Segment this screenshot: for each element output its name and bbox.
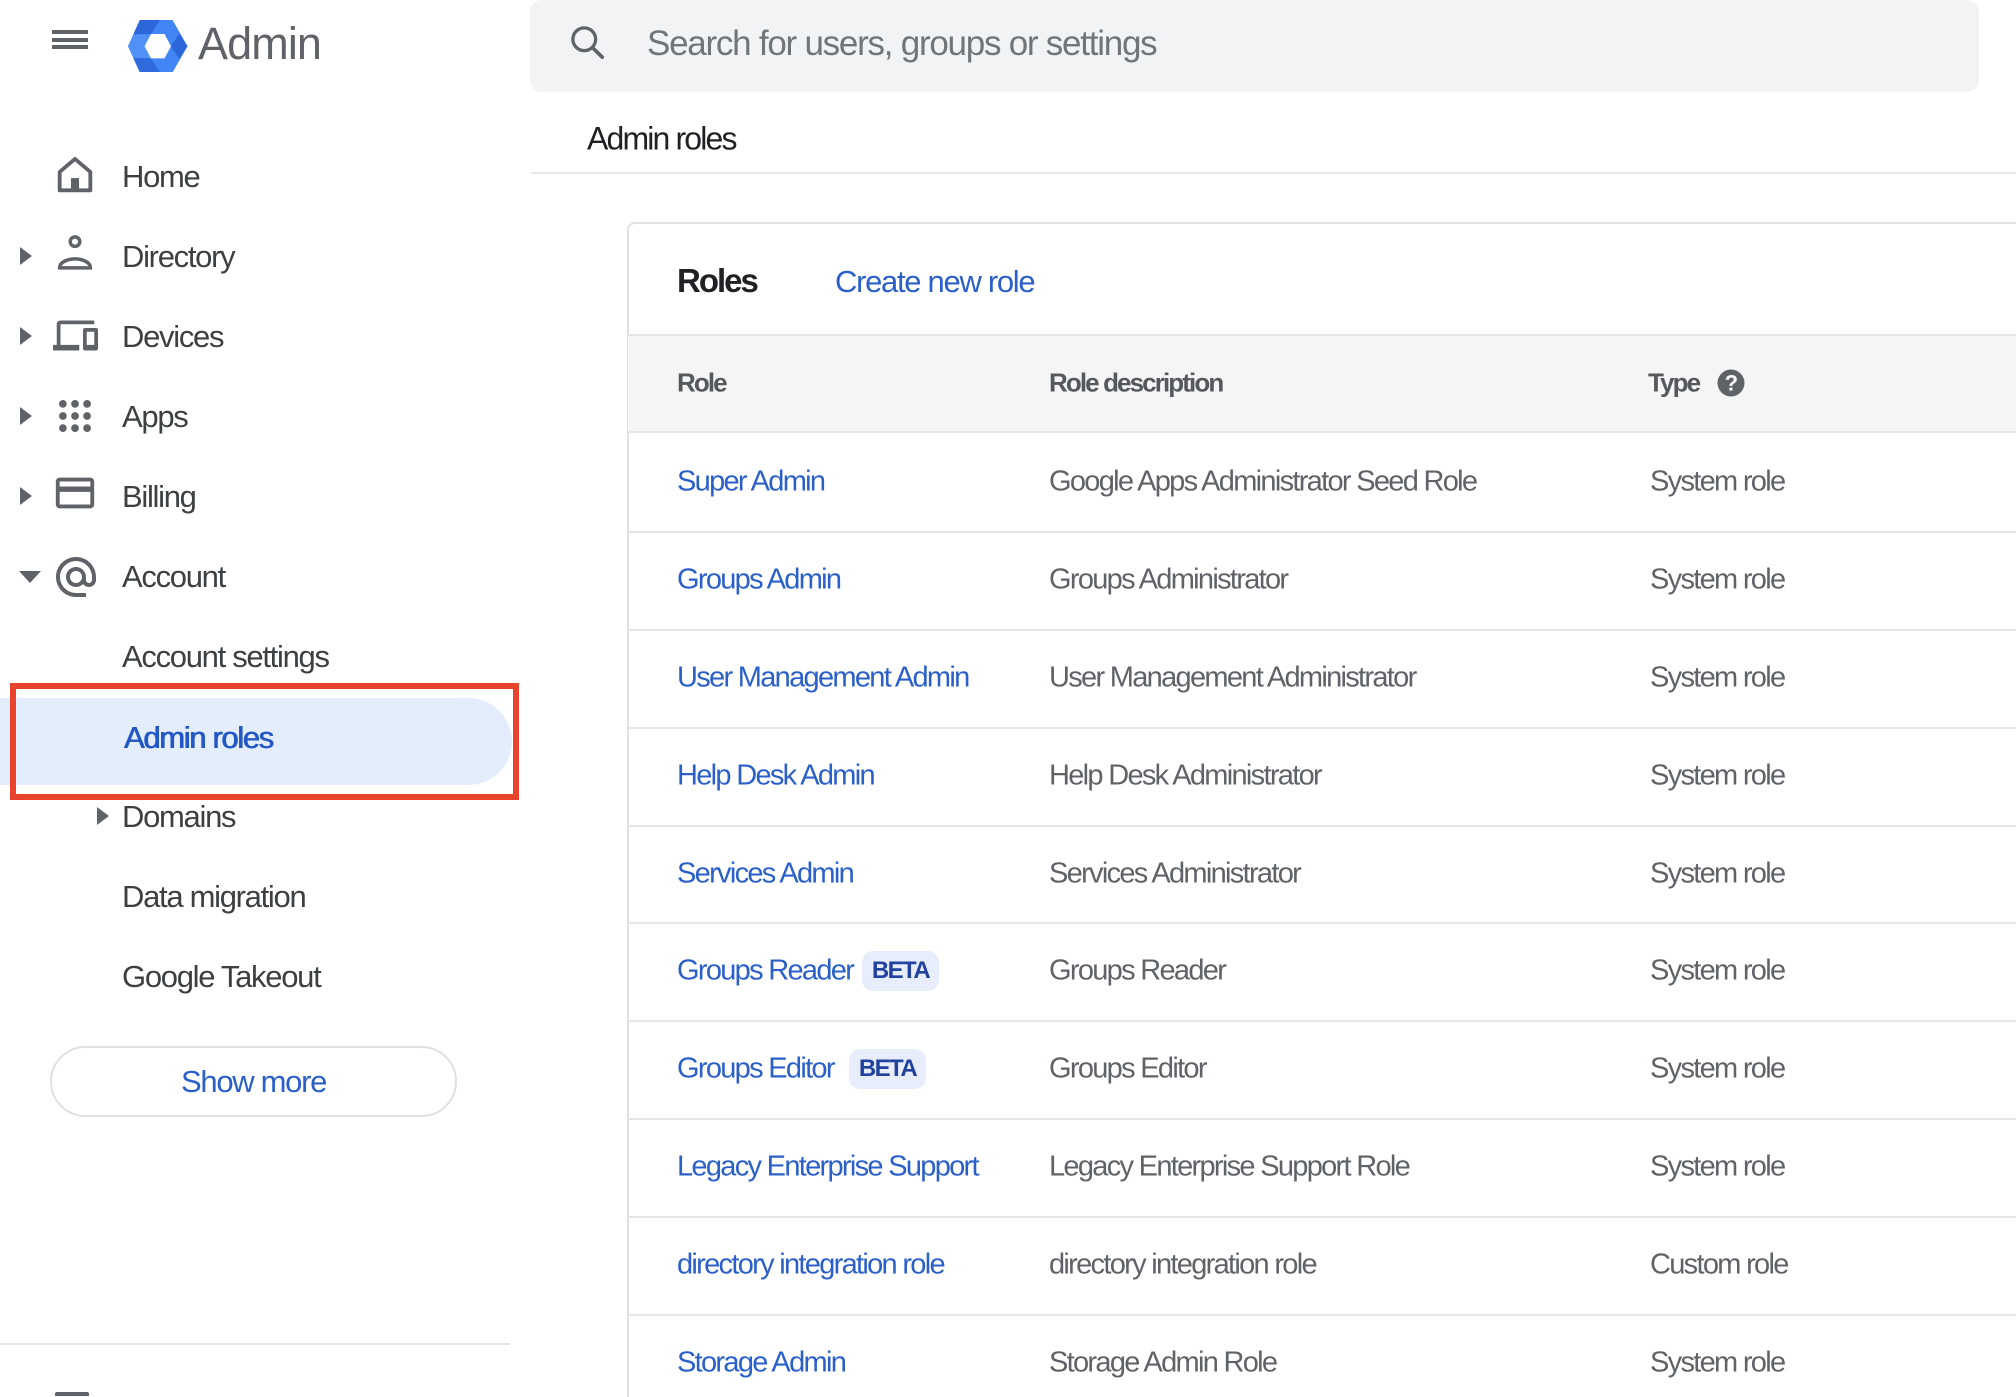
svg-text:?: ?	[1725, 371, 1738, 396]
